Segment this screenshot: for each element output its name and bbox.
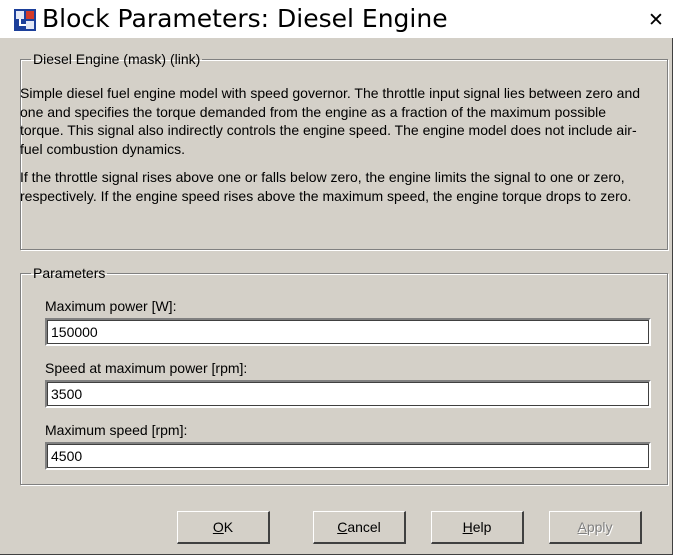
- parameters-group-label: Parameters: [33, 265, 106, 281]
- ok-button[interactable]: OK: [177, 511, 270, 544]
- speed-at-max-power-input[interactable]: [45, 380, 651, 408]
- description-paragraph-2: If the throttle signal rises above one o…: [20, 169, 632, 204]
- maximum-power-label: Maximum power [W]:: [45, 298, 177, 314]
- description-paragraph-1: Simple diesel fuel engine model with spe…: [20, 85, 641, 157]
- speed-at-max-power-label: Speed at maximum power [rpm]:: [45, 360, 248, 376]
- maximum-power-input[interactable]: [45, 318, 651, 346]
- help-mnemonic: H: [462, 519, 473, 535]
- ok-mnemonic: O: [212, 519, 224, 535]
- maximum-speed-label: Maximum speed [rpm]:: [45, 422, 188, 438]
- maximum-speed-input[interactable]: [45, 442, 651, 470]
- help-label: elp: [472, 519, 492, 535]
- apply-label: pply: [586, 519, 613, 535]
- apply-mnemonic: A: [577, 519, 587, 535]
- dialog-window: Block Parameters: Diesel Engine ✕ Diesel…: [0, 0, 673, 555]
- ok-label: K: [223, 519, 234, 535]
- cancel-mnemonic: C: [337, 519, 348, 535]
- window-title: Block Parameters: Diesel Engine: [42, 4, 448, 33]
- cancel-button[interactable]: Cancel: [313, 511, 406, 544]
- apply-button[interactable]: Apply: [549, 511, 642, 544]
- simulink-block-icon: [14, 9, 36, 31]
- title-bar[interactable]: Block Parameters: Diesel Engine ✕: [0, 0, 673, 38]
- help-button[interactable]: Help: [431, 511, 524, 544]
- close-icon[interactable]: ✕: [646, 10, 666, 30]
- cancel-label: ancel: [347, 519, 381, 535]
- description-group-label: Diesel Engine (mask) (link): [33, 51, 201, 67]
